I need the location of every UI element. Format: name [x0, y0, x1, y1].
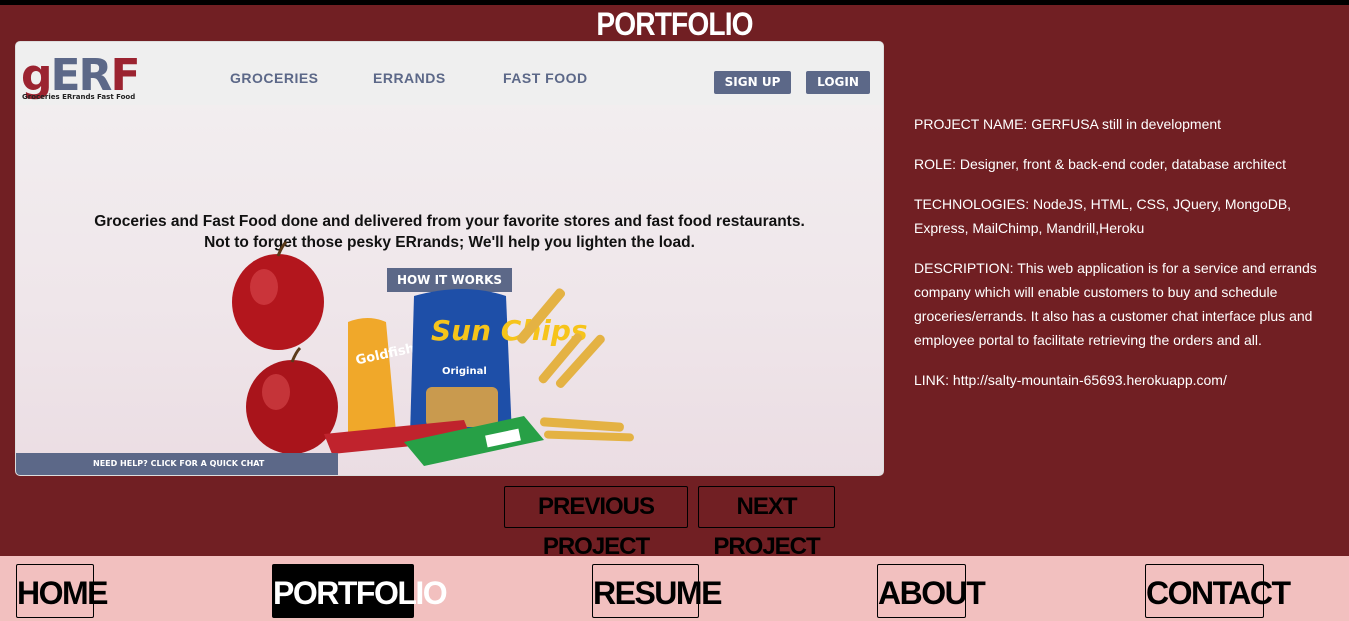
project-name: PROJECT NAME: GERFUSA still in developme…	[914, 116, 1222, 132]
screenshot-chat-bar: NEED HELP? CLICK FOR A QUICK CHAT	[16, 453, 338, 475]
previous-project-button[interactable]: PREVIOUS PROJECT	[504, 486, 688, 560]
goldfish-bag: Goldfish	[348, 318, 416, 436]
nav-contact[interactable]: CONTACT	[1145, 564, 1291, 618]
project-description: DESCRIPTION: This web application is for…	[914, 260, 1317, 348]
svg-text:Sun Chips: Sun Chips	[431, 314, 588, 347]
next-project-button[interactable]: NEXT PROJECT	[698, 486, 835, 560]
page-title: PORTFOLIO	[596, 6, 753, 42]
bottom-navigation: HOME PORTFOLIO RESUME ABOUT CONTACT	[0, 556, 1349, 621]
fries	[516, 288, 634, 442]
nav-portfolio[interactable]: PORTFOLIO	[272, 564, 448, 618]
project-role: ROLE: Designer, front & back-end coder, …	[914, 156, 1286, 172]
apple-bottom	[246, 346, 338, 454]
product-images: Goldfish Sun Chips Original	[232, 240, 634, 466]
nav-about[interactable]: ABOUT	[877, 564, 986, 618]
svg-text:Original: Original	[442, 366, 487, 377]
project-technologies: TECHNOLOGIES: NodeJS, HTML, CSS, JQuery,…	[914, 196, 1292, 236]
top-black-bar	[0, 0, 1349, 5]
sunchips-bag: Sun Chips Original	[410, 289, 588, 441]
nav-home[interactable]: HOME	[16, 564, 109, 618]
project-link[interactable]: LINK: http://salty-mountain-65693.heroku…	[914, 368, 1339, 392]
project-screenshot[interactable]: gERF Groceries ERrands Fast Food GROCERI…	[15, 41, 884, 476]
project-info: PROJECT NAME: GERFUSA still in developme…	[914, 112, 1339, 408]
apple-top	[232, 240, 324, 350]
nav-resume[interactable]: RESUME	[592, 564, 722, 618]
